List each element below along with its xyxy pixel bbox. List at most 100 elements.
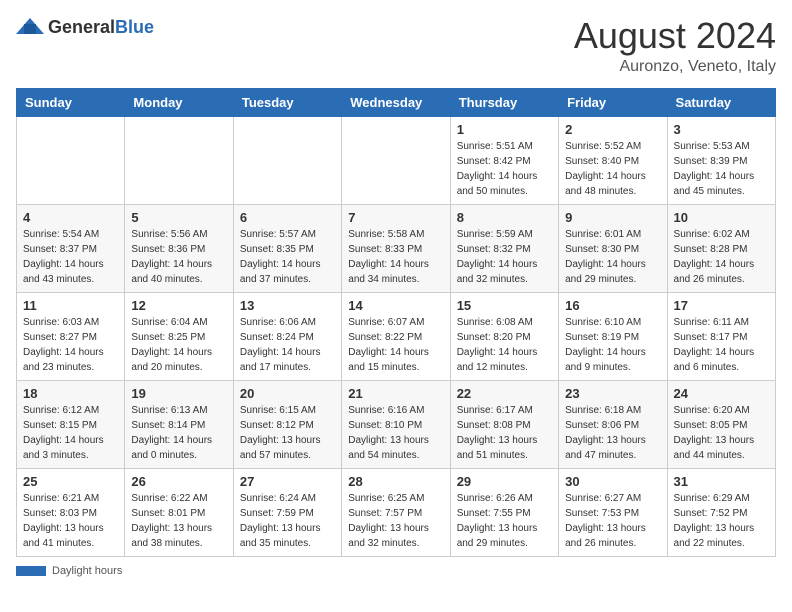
day-number: 18 [23, 386, 118, 401]
day-info: Sunrise: 5:53 AM Sunset: 8:39 PM Dayligh… [674, 139, 769, 199]
day-info: Sunrise: 6:20 AM Sunset: 8:05 PM Dayligh… [674, 403, 769, 463]
day-info: Sunrise: 6:07 AM Sunset: 8:22 PM Dayligh… [348, 315, 443, 375]
day-number: 26 [131, 474, 226, 489]
day-info: Sunrise: 6:08 AM Sunset: 8:20 PM Dayligh… [457, 315, 552, 375]
calendar-cell: 4 Sunrise: 5:54 AM Sunset: 8:37 PM Daylig… [17, 204, 125, 292]
day-info: Sunrise: 5:51 AM Sunset: 8:42 PM Dayligh… [457, 139, 552, 199]
day-number: 24 [674, 386, 769, 401]
day-number: 20 [240, 386, 335, 401]
page-header: GeneralBlue August 2024 Auronzo, Veneto,… [16, 16, 776, 76]
day-info: Sunrise: 5:56 AM Sunset: 8:36 PM Dayligh… [131, 227, 226, 287]
day-info: Sunrise: 6:29 AM Sunset: 7:52 PM Dayligh… [674, 491, 769, 551]
day-info: Sunrise: 5:57 AM Sunset: 8:35 PM Dayligh… [240, 227, 335, 287]
day-info: Sunrise: 6:27 AM Sunset: 7:53 PM Dayligh… [565, 491, 660, 551]
calendar-cell: 6 Sunrise: 5:57 AM Sunset: 8:35 PM Daylig… [233, 204, 341, 292]
calendar-cell: 7 Sunrise: 5:58 AM Sunset: 8:33 PM Daylig… [342, 204, 450, 292]
calendar-cell: 3 Sunrise: 5:53 AM Sunset: 8:39 PM Daylig… [667, 116, 775, 204]
calendar-col-tuesday: Tuesday [233, 88, 341, 116]
calendar-cell: 25 Sunrise: 6:21 AM Sunset: 8:03 PM Dayli… [17, 468, 125, 556]
day-number: 5 [131, 210, 226, 225]
calendar-week-row: 25 Sunrise: 6:21 AM Sunset: 8:03 PM Dayli… [17, 468, 776, 556]
calendar-week-row: 4 Sunrise: 5:54 AM Sunset: 8:37 PM Daylig… [17, 204, 776, 292]
day-number: 25 [23, 474, 118, 489]
day-info: Sunrise: 6:04 AM Sunset: 8:25 PM Dayligh… [131, 315, 226, 375]
day-number: 13 [240, 298, 335, 313]
calendar-cell: 8 Sunrise: 5:59 AM Sunset: 8:32 PM Daylig… [450, 204, 558, 292]
day-number: 8 [457, 210, 552, 225]
day-number: 3 [674, 122, 769, 137]
day-info: Sunrise: 6:10 AM Sunset: 8:19 PM Dayligh… [565, 315, 660, 375]
day-number: 23 [565, 386, 660, 401]
day-number: 2 [565, 122, 660, 137]
day-info: Sunrise: 6:21 AM Sunset: 8:03 PM Dayligh… [23, 491, 118, 551]
calendar-cell: 17Sunrise: 6:11 AM Sunset: 8:17 PM Dayli… [667, 292, 775, 380]
calendar-col-monday: Monday [125, 88, 233, 116]
month-year: August 2024 [574, 16, 776, 56]
logo-general: General [48, 17, 115, 37]
day-info: Sunrise: 6:02 AM Sunset: 8:28 PM Dayligh… [674, 227, 769, 287]
calendar-col-wednesday: Wednesday [342, 88, 450, 116]
title-block: August 2024 Auronzo, Veneto, Italy [574, 16, 776, 76]
calendar-cell: 15 Sunrise: 6:08 AM Sunset: 8:20 PM Dayli… [450, 292, 558, 380]
calendar-cell: 23 Sunrise: 6:18 AM Sunset: 8:06 PM Dayli… [559, 380, 667, 468]
day-number: 1 [457, 122, 552, 137]
calendar-cell [233, 116, 341, 204]
day-number: 15 [457, 298, 552, 313]
day-info: Sunrise: 6:06 AM Sunset: 8:24 PM Dayligh… [240, 315, 335, 375]
day-number: 22 [457, 386, 552, 401]
calendar-cell: 26 Sunrise: 6:22 AM Sunset: 8:01 PM Dayli… [125, 468, 233, 556]
calendar-cell: 22 Sunrise: 6:17 AM Sunset: 8:08 PM Dayli… [450, 380, 558, 468]
daylight-label: Daylight hours [52, 565, 122, 577]
day-number: 6 [240, 210, 335, 225]
day-info: Sunrise: 6:15 AM Sunset: 8:12 PM Dayligh… [240, 403, 335, 463]
day-info: Sunrise: 5:58 AM Sunset: 8:33 PM Dayligh… [348, 227, 443, 287]
calendar-cell [17, 116, 125, 204]
day-number: 10 [674, 210, 769, 225]
calendar-week-row: 1 Sunrise: 5:51 AM Sunset: 8:42 PM Daylig… [17, 116, 776, 204]
calendar-col-saturday: Saturday [667, 88, 775, 116]
calendar-cell: 11Sunrise: 6:03 AM Sunset: 8:27 PM Dayli… [17, 292, 125, 380]
calendar-cell: 19Sunrise: 6:13 AM Sunset: 8:14 PM Dayli… [125, 380, 233, 468]
day-number: 7 [348, 210, 443, 225]
logo: GeneralBlue [16, 16, 154, 38]
logo-icon [16, 16, 44, 38]
calendar-cell [342, 116, 450, 204]
calendar-week-row: 11Sunrise: 6:03 AM Sunset: 8:27 PM Dayli… [17, 292, 776, 380]
day-info: Sunrise: 6:24 AM Sunset: 7:59 PM Dayligh… [240, 491, 335, 551]
day-info: Sunrise: 6:16 AM Sunset: 8:10 PM Dayligh… [348, 403, 443, 463]
calendar-cell: 13 Sunrise: 6:06 AM Sunset: 8:24 PM Dayli… [233, 292, 341, 380]
day-number: 4 [23, 210, 118, 225]
calendar-cell: 29Sunrise: 6:26 AM Sunset: 7:55 PM Dayli… [450, 468, 558, 556]
day-info: Sunrise: 6:22 AM Sunset: 8:01 PM Dayligh… [131, 491, 226, 551]
day-info: Sunrise: 6:17 AM Sunset: 8:08 PM Dayligh… [457, 403, 552, 463]
calendar-col-friday: Friday [559, 88, 667, 116]
footer-note: Daylight hours [16, 565, 776, 577]
day-info: Sunrise: 5:59 AM Sunset: 8:32 PM Dayligh… [457, 227, 552, 287]
day-number: 28 [348, 474, 443, 489]
calendar-cell: 28 Sunrise: 6:25 AM Sunset: 7:57 PM Dayli… [342, 468, 450, 556]
day-info: Sunrise: 6:25 AM Sunset: 7:57 PM Dayligh… [348, 491, 443, 551]
location: Auronzo, Veneto, Italy [574, 58, 776, 76]
day-number: 30 [565, 474, 660, 489]
calendar-cell: 12 Sunrise: 6:04 AM Sunset: 8:25 PM Dayli… [125, 292, 233, 380]
day-info: Sunrise: 6:12 AM Sunset: 8:15 PM Dayligh… [23, 403, 118, 463]
calendar-header-row: SundayMondayTuesdayWednesdayThursdayFrid… [17, 88, 776, 116]
calendar-cell [125, 116, 233, 204]
day-number: 14 [348, 298, 443, 313]
day-number: 12 [131, 298, 226, 313]
daylight-bar-icon [16, 566, 46, 576]
calendar-cell: 10 Sunrise: 6:02 AM Sunset: 8:28 PM Dayli… [667, 204, 775, 292]
day-info: Sunrise: 6:18 AM Sunset: 8:06 PM Dayligh… [565, 403, 660, 463]
calendar-cell: 20 Sunrise: 6:15 AM Sunset: 8:12 PM Dayli… [233, 380, 341, 468]
logo-blue: Blue [115, 17, 154, 37]
calendar-table: SundayMondayTuesdayWednesdayThursdayFrid… [16, 88, 776, 557]
day-info: Sunrise: 6:01 AM Sunset: 8:30 PM Dayligh… [565, 227, 660, 287]
day-number: 31 [674, 474, 769, 489]
calendar-cell: 2Sunrise: 5:52 AM Sunset: 8:40 PM Daylig… [559, 116, 667, 204]
day-info: Sunrise: 5:54 AM Sunset: 8:37 PM Dayligh… [23, 227, 118, 287]
calendar-cell: 31 Sunrise: 6:29 AM Sunset: 7:52 PM Dayli… [667, 468, 775, 556]
calendar-week-row: 18 Sunrise: 6:12 AM Sunset: 8:15 PM Dayli… [17, 380, 776, 468]
calendar-cell: 24 Sunrise: 6:20 AM Sunset: 8:05 PM Dayli… [667, 380, 775, 468]
calendar-cell: 27Sunrise: 6:24 AM Sunset: 7:59 PM Dayli… [233, 468, 341, 556]
calendar-col-sunday: Sunday [17, 88, 125, 116]
